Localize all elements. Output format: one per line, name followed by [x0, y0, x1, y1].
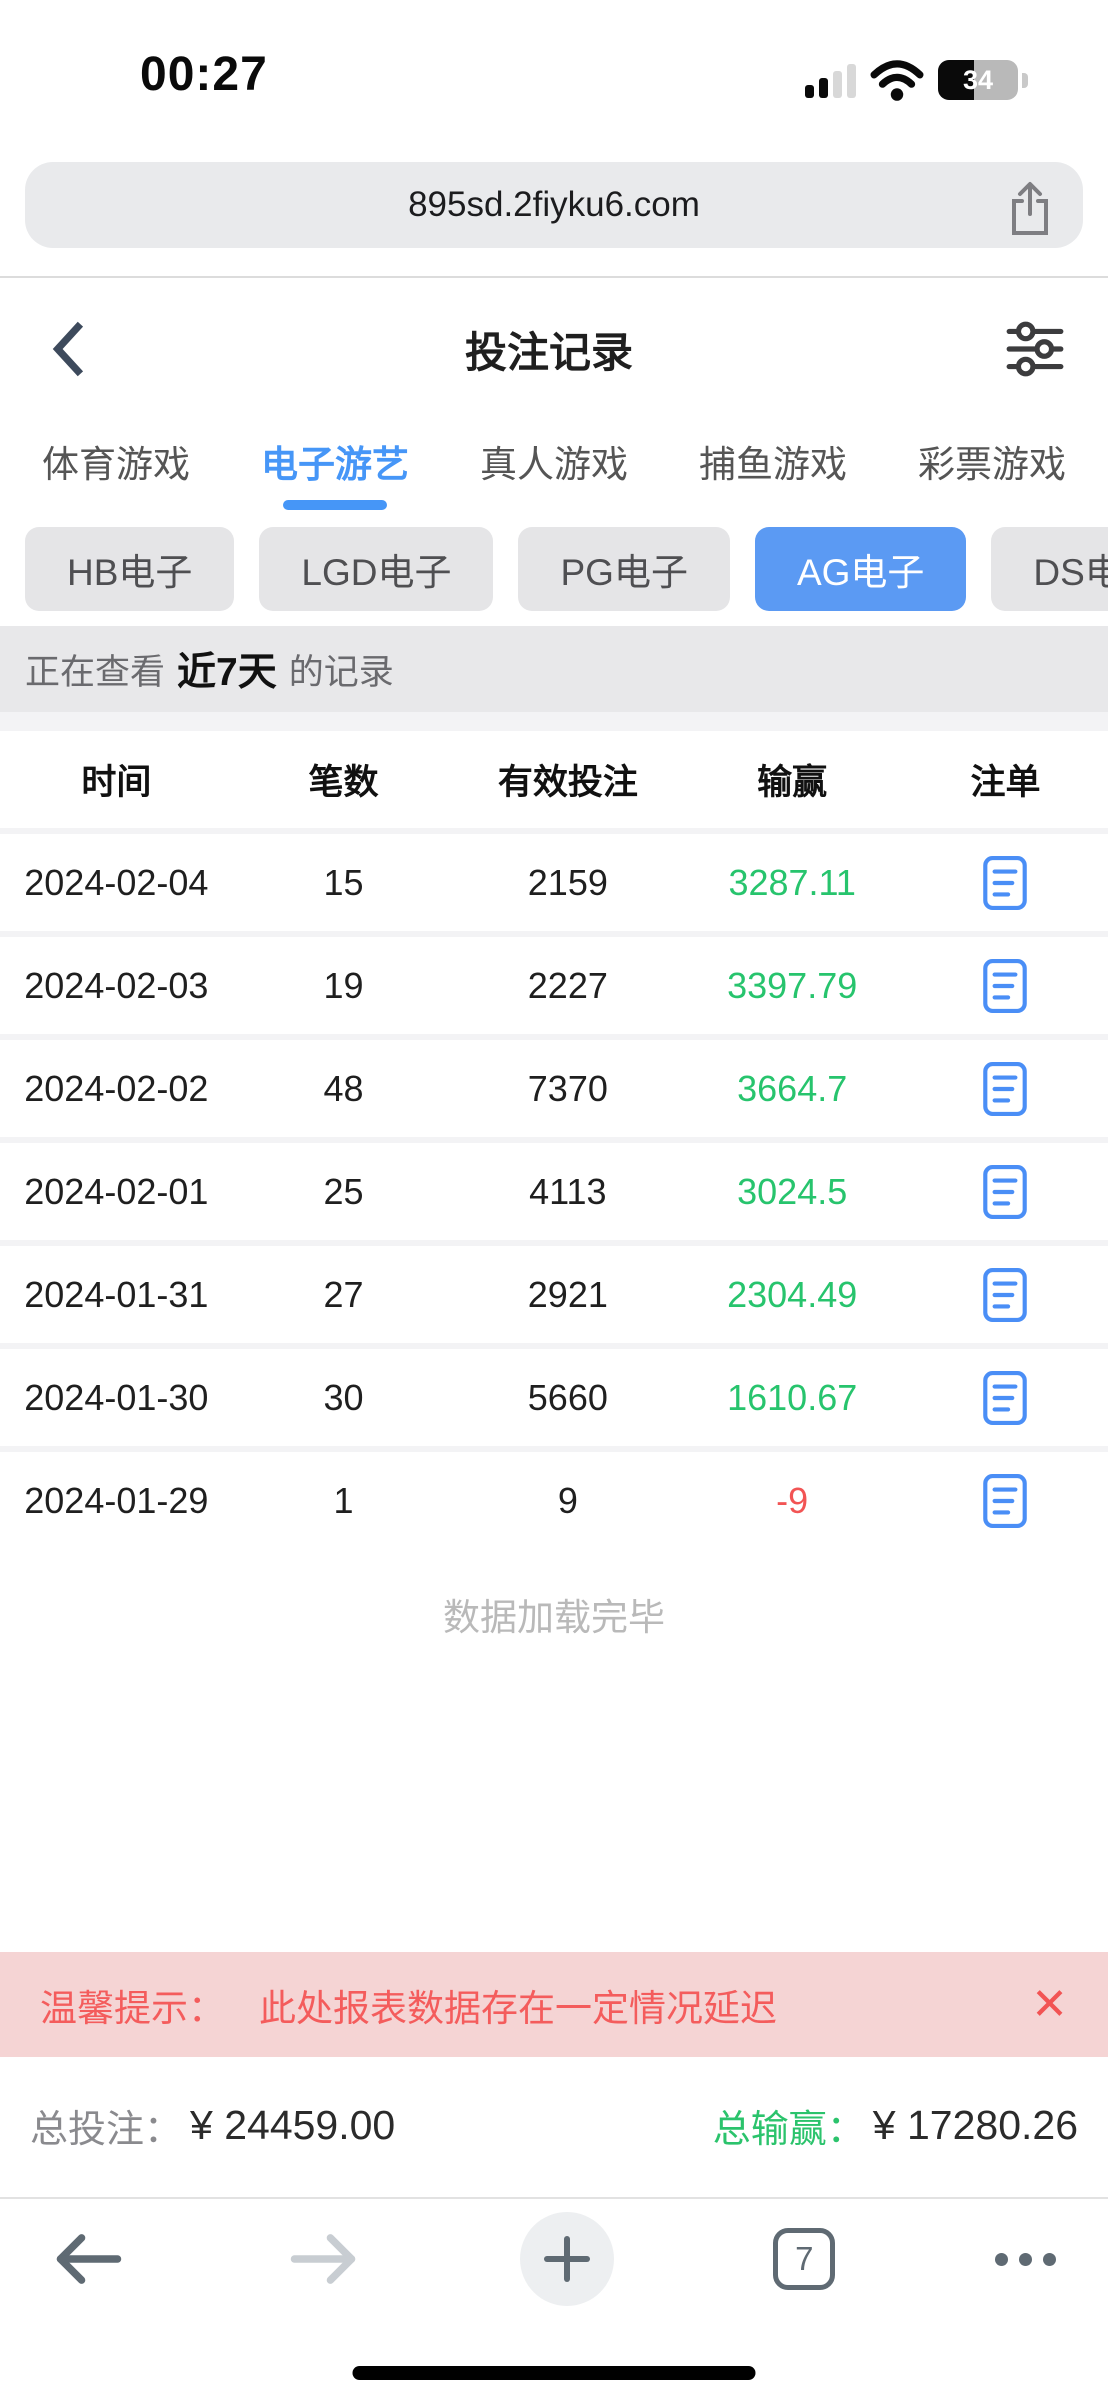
- row-date: 2024-02-02: [0, 1068, 233, 1110]
- cellular-signal-icon: [805, 62, 856, 98]
- row-date: 2024-01-31: [0, 1274, 233, 1316]
- view-range-banner: 正在查看 近7天 的记录: [0, 626, 1108, 712]
- view-range-suffix: 的记录: [289, 644, 394, 695]
- tab-live[interactable]: 真人游戏: [480, 420, 628, 516]
- total-bet-value: ¥ 24459.00: [190, 2102, 395, 2149]
- col-header-count: 笔数: [233, 754, 455, 805]
- order-detail-icon[interactable]: [981, 1370, 1029, 1426]
- browser-chrome: 895sd.2fiyku6.com: [0, 110, 1108, 278]
- page-header: 投注记录: [0, 278, 1108, 420]
- order-detail-icon[interactable]: [981, 1473, 1029, 1529]
- tab-fishing[interactable]: 捕鱼游戏: [699, 420, 847, 516]
- status-icons: 34: [805, 58, 1028, 102]
- row-date: 2024-02-01: [0, 1171, 233, 1213]
- row-valid-bet: 4113: [454, 1171, 681, 1213]
- new-tab-plus-icon[interactable]: [520, 2212, 614, 2306]
- row-winloss: 3287.11: [681, 862, 903, 904]
- records-table: 时间 笔数 有效投注 输赢 注单 2024-02-04 15 2159 3287…: [0, 712, 1108, 1549]
- row-date: 2024-02-04: [0, 862, 233, 904]
- notice-title: 温馨提示：: [40, 1978, 225, 2032]
- table-row: 2024-02-03 19 2227 3397.79: [0, 937, 1108, 1034]
- notice-banner: 温馨提示： 此处报表数据存在一定情况延迟 ✕: [0, 1952, 1108, 2057]
- battery-icon: 34: [938, 60, 1018, 100]
- row-count: 30: [233, 1377, 455, 1419]
- table-row: 2024-02-04 15 2159 3287.11: [0, 834, 1108, 931]
- provider-chips: HB电子 LGD电子 PG电子 AG电子 DS电子: [0, 516, 1108, 626]
- view-range-value: 近7天: [177, 641, 277, 697]
- chip-pg[interactable]: PG电子: [518, 527, 729, 611]
- notice-body: 此处报表数据存在一定情况延迟: [259, 1978, 777, 2032]
- col-header-winloss: 输赢: [681, 754, 903, 805]
- status-bar: 00:27 34: [0, 0, 1108, 110]
- share-icon[interactable]: [1005, 180, 1055, 243]
- tab-sports[interactable]: 体育游戏: [42, 420, 190, 516]
- table-row: 2024-02-02 48 7370 3664.7: [0, 1040, 1108, 1137]
- chip-ds[interactable]: DS电子: [991, 527, 1108, 611]
- tab-lottery[interactable]: 彩票游戏: [918, 420, 1066, 516]
- back-button[interactable]: [42, 318, 94, 380]
- order-detail-icon[interactable]: [981, 1164, 1029, 1220]
- total-winloss-value: ¥ 17280.26: [873, 2102, 1078, 2149]
- browser-bottom-nav: 7: [0, 2197, 1108, 2400]
- order-detail-icon[interactable]: [981, 855, 1029, 911]
- row-winloss: 3024.5: [681, 1171, 903, 1213]
- close-icon[interactable]: ✕: [1031, 1983, 1068, 2027]
- row-winloss: 3664.7: [681, 1068, 903, 1110]
- tab-switcher-icon[interactable]: 7: [773, 2228, 835, 2290]
- total-bet-label: 总投注：: [30, 2098, 182, 2153]
- row-valid-bet: 2921: [454, 1274, 681, 1316]
- table-header-row: 时间 笔数 有效投注 输赢 注单: [0, 731, 1108, 828]
- row-winloss: -9: [681, 1480, 903, 1522]
- row-winloss: 2304.49: [681, 1274, 903, 1316]
- row-winloss: 3397.79: [681, 965, 903, 1007]
- order-detail-icon[interactable]: [981, 1267, 1029, 1323]
- row-valid-bet: 5660: [454, 1377, 681, 1419]
- row-valid-bet: 2159: [454, 862, 681, 904]
- wifi-icon: [870, 58, 924, 102]
- row-date: 2024-01-30: [0, 1377, 233, 1419]
- row-winloss: 1610.67: [681, 1377, 903, 1419]
- row-date: 2024-01-29: [0, 1480, 233, 1522]
- totals-bar: 总投注： ¥ 24459.00 总输赢： ¥ 17280.26: [0, 2087, 1108, 2163]
- url-text[interactable]: 895sd.2fiyku6.com: [25, 185, 1083, 225]
- browser-back-icon[interactable]: [52, 2229, 126, 2289]
- row-count: 1: [233, 1480, 455, 1522]
- load-complete-text: 数据加载完毕: [0, 1587, 1108, 1635]
- table-row: 2024-01-29 1 9 -9: [0, 1452, 1108, 1549]
- url-bar[interactable]: 895sd.2fiyku6.com: [25, 162, 1083, 248]
- battery-percent: 34: [938, 60, 1018, 100]
- category-tabs: 体育游戏 电子游艺 真人游戏 捕鱼游戏 彩票游戏: [0, 420, 1108, 516]
- row-count: 48: [233, 1068, 455, 1110]
- chip-ag[interactable]: AG电子: [755, 527, 966, 611]
- order-detail-icon[interactable]: [981, 1061, 1029, 1117]
- chip-lgd[interactable]: LGD电子: [259, 527, 493, 611]
- row-count: 15: [233, 862, 455, 904]
- row-valid-bet: 9: [454, 1480, 681, 1522]
- filter-icon[interactable]: [1004, 318, 1066, 380]
- view-range-prefix: 正在查看: [25, 644, 165, 695]
- table-row: 2024-02-01 25 4113 3024.5: [0, 1143, 1108, 1240]
- chip-hb[interactable]: HB电子: [25, 527, 234, 611]
- table-row: 2024-01-30 30 5660 1610.67: [0, 1349, 1108, 1446]
- battery-nub: [1022, 73, 1028, 88]
- total-winloss-label: 总输赢：: [713, 2098, 865, 2153]
- row-count: 19: [233, 965, 455, 1007]
- table-row: 2024-01-31 27 2921 2304.49: [0, 1246, 1108, 1343]
- col-header-time: 时间: [0, 754, 233, 805]
- clock: 00:27: [140, 47, 268, 102]
- more-menu-icon[interactable]: [995, 2253, 1056, 2266]
- browser-forward-icon[interactable]: [286, 2229, 360, 2289]
- row-date: 2024-02-03: [0, 965, 233, 1007]
- order-detail-icon[interactable]: [981, 958, 1029, 1014]
- home-indicator[interactable]: [353, 2366, 756, 2380]
- col-header-valid-bet: 有效投注: [454, 754, 681, 805]
- page-title: 投注记录: [465, 319, 633, 380]
- tab-count: 7: [773, 2228, 835, 2290]
- row-count: 27: [233, 1274, 455, 1316]
- row-valid-bet: 2227: [454, 965, 681, 1007]
- tab-electronic[interactable]: 电子游艺: [261, 420, 409, 516]
- col-header-orders: 注单: [903, 754, 1108, 805]
- row-count: 25: [233, 1171, 455, 1213]
- row-valid-bet: 7370: [454, 1068, 681, 1110]
